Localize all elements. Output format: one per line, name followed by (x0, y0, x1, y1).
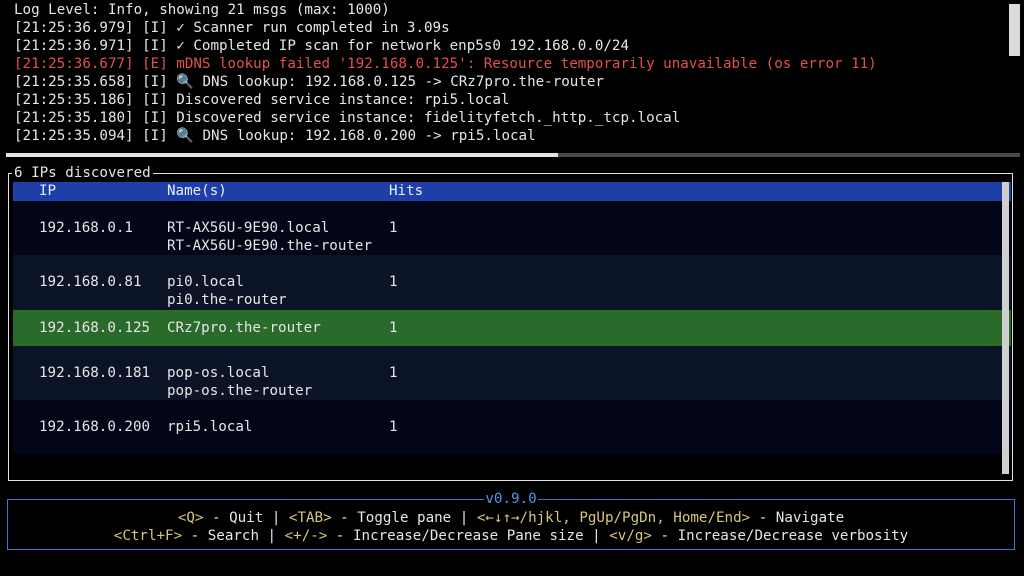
help-separator: | (271, 510, 289, 526)
table-header-row: IP Name(s) Hits (13, 182, 1011, 201)
hits-cell: 1 (389, 320, 398, 336)
help-line-2: <Ctrl+F> - Search | <+/-> - Increase/Dec… (8, 527, 1014, 545)
help-key-tab: <TAB> (288, 510, 332, 526)
table-row-selected[interactable]: 192.168.0.125 CRz7pro.the-router 1 (13, 310, 1011, 346)
version-text: v0.9.0 (484, 491, 538, 507)
help-desc-navigate: - Navigate (750, 510, 845, 526)
log-horizontal-scrollbar-thumb[interactable] (6, 153, 558, 157)
help-separator: | (267, 528, 285, 544)
log-line: [21:25:35.186] [I] Discovered service in… (14, 92, 510, 108)
help-pane: v0.9.0 <Q> - Quit | <TAB> - Toggle pane … (7, 491, 1015, 550)
name-cell: RT-AX56U-9E90.local (167, 220, 330, 236)
help-desc-pane-size: - Increase/Decrease Pane size (327, 528, 593, 544)
ip-cell: 192.168.0.200 (39, 419, 151, 435)
table-row[interactable]: 192.168.0.81 pi0.local pi0.the-router 1 (13, 255, 1011, 310)
help-key-quit: <Q> (177, 510, 204, 526)
log-line: [21:25:35.658] [I] 🔍 DNS lookup: 192.168… (14, 74, 604, 90)
column-header-hits[interactable]: Hits (389, 182, 423, 201)
ip-cell: 192.168.0.81 (39, 274, 142, 290)
table-row[interactable]: 192.168.0.1 RT-AX56U-9E90.local RT-AX56U… (13, 201, 1011, 255)
ip-cell: 192.168.0.181 (39, 365, 151, 381)
name-cell: pop-os.the-router (167, 383, 313, 399)
help-key-pane-size: <+/-> (284, 528, 328, 544)
log-list: Log Level: Info, showing 21 msgs (max: 1… (14, 1, 1004, 145)
table-row[interactable]: 192.168.0.200 rpi5.local 1 (13, 400, 1011, 454)
name-cell: pi0.local (167, 274, 244, 290)
name-cell: CRz7pro.the-router (167, 320, 321, 336)
help-separator: | (459, 510, 477, 526)
help-desc-quit: - Quit (203, 510, 272, 526)
ip-table-scrollbar-thumb[interactable] (1002, 182, 1009, 474)
name-cell: pi0.the-router (167, 292, 287, 308)
ip-table-pane[interactable]: 6 IPs discovered IP Name(s) Hits 192.168… (8, 164, 1013, 481)
help-desc-verbosity: - Increase/Decrease verbosity (651, 528, 909, 544)
table-row[interactable]: 192.168.0.181 pop-os.local pop-os.the-ro… (13, 346, 1011, 400)
ip-table: IP Name(s) Hits 192.168.0.1 RT-AX56U-9E9… (13, 182, 1011, 454)
log-line: [21:25:35.094] [I] 🔍 DNS lookup: 192.168… (14, 128, 536, 144)
help-desc-toggle-pane: - Toggle pane (331, 510, 460, 526)
log-line: [21:25:36.677] [E] mDNS lookup failed '1… (14, 56, 877, 72)
log-line: [21:25:35.180] [I] Discovered service in… (14, 110, 681, 126)
help-key-navigate: <←↓↑→/hjkl, PgUp/PgDn, Home/End> (476, 510, 751, 526)
hits-cell: 1 (389, 365, 398, 381)
help-key-verbosity: <v/g> (609, 528, 652, 544)
log-header: Log Level: Info, showing 21 msgs (max: 1… (14, 2, 390, 18)
column-header-ip[interactable]: IP (39, 182, 56, 201)
ip-table-title: 6 IPs discovered (12, 164, 153, 182)
help-desc-search: - Search (182, 528, 268, 544)
ip-cell: 192.168.0.1 (39, 220, 133, 236)
ip-cell: 192.168.0.125 (39, 320, 151, 336)
column-header-names[interactable]: Name(s) (167, 182, 227, 201)
ip-table-vertical-scrollbar[interactable] (1002, 182, 1009, 474)
log-pane[interactable]: Log Level: Info, showing 21 msgs (max: 1… (0, 0, 1024, 160)
log-line: [21:25:36.979] [I] ✓ Scanner run complet… (14, 20, 450, 36)
log-line: [21:25:36.971] [I] ✓ Completed IP scan f… (14, 38, 629, 54)
help-separator: | (592, 528, 610, 544)
version-label: v0.9.0 (8, 490, 1014, 508)
help-key-search: <Ctrl+F> (113, 528, 183, 544)
log-vertical-scrollbar[interactable] (1009, 4, 1020, 56)
hits-cell: 1 (389, 419, 398, 435)
name-cell: rpi5.local (167, 419, 253, 435)
help-line-1: <Q> - Quit | <TAB> - Toggle pane | <←↓↑→… (8, 509, 1014, 527)
name-cell: pop-os.local (167, 365, 270, 381)
name-cell: RT-AX56U-9E90.the-router (167, 238, 372, 254)
hits-cell: 1 (389, 220, 398, 236)
hits-cell: 1 (389, 274, 398, 290)
